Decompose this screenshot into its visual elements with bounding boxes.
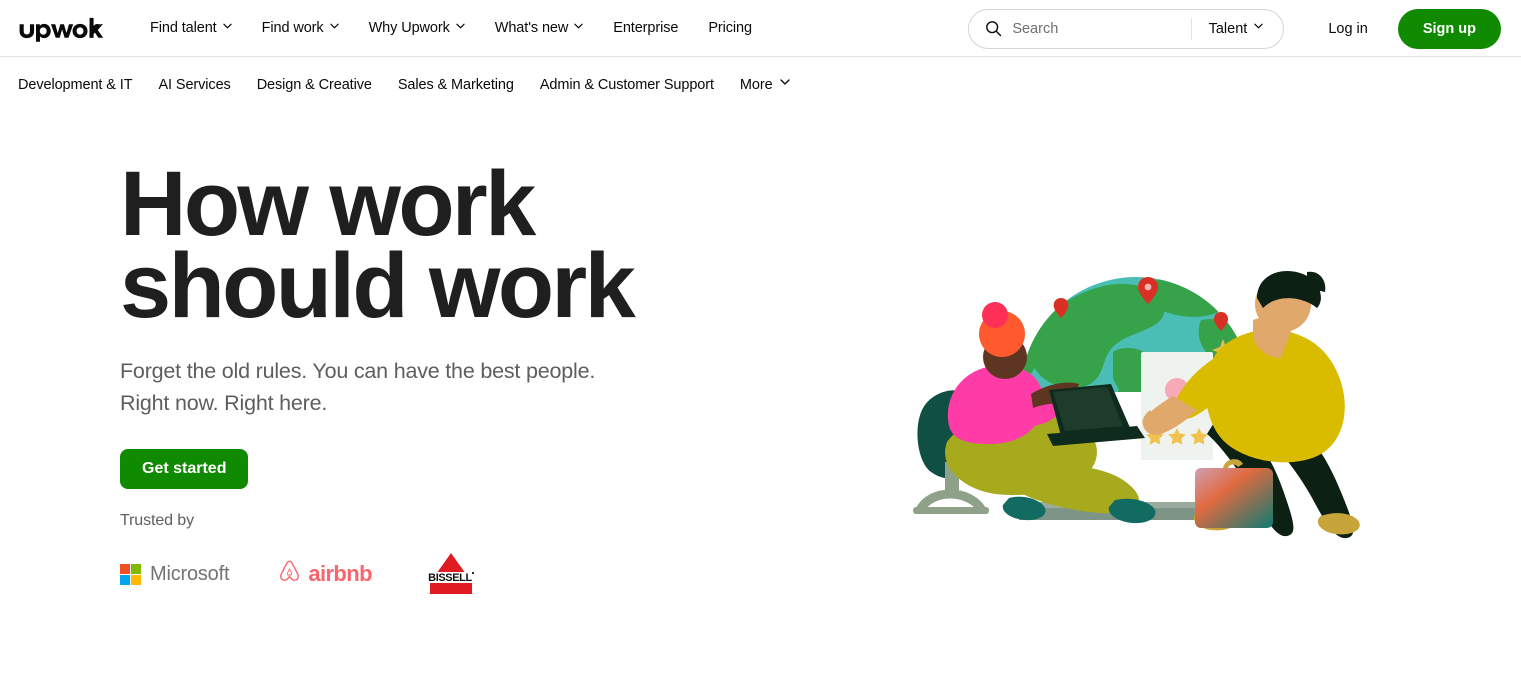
get-started-button[interactable]: Get started xyxy=(120,449,249,490)
microsoft-squares-icon xyxy=(120,563,141,585)
sign-up-button[interactable]: Sign up xyxy=(1397,8,1501,49)
category-item-admin-customer-support[interactable]: Admin & Customer Support xyxy=(527,71,727,99)
site-header: Find talent Find work Why Upwork What's … xyxy=(0,0,1521,57)
nav-item-label: Pricing xyxy=(708,20,752,37)
nav-item-enterprise[interactable]: Enterprise xyxy=(598,13,693,44)
header-actions: Talent Log in Sign up xyxy=(968,8,1501,49)
category-item-ai-services[interactable]: AI Services xyxy=(145,71,243,99)
search-scope-select[interactable]: Talent xyxy=(1192,21,1280,37)
nav-item-label: Enterprise xyxy=(613,20,679,37)
hero-subtitle: Forget the old rules. You can have the b… xyxy=(120,328,660,420)
category-nav: Development & IT AI Services Design & Cr… xyxy=(0,57,1521,112)
category-item-design-creative[interactable]: Design & Creative xyxy=(244,71,385,99)
trusted-by-logos: Microsoft airbnb BISSELL xyxy=(120,552,482,596)
search-bar[interactable]: Talent xyxy=(968,8,1285,49)
hero-title-line-1: How work xyxy=(120,153,536,255)
primary-nav: Find talent Find work Why Upwork What's … xyxy=(136,13,767,44)
trusted-by-section: Trusted by Microsoft airbnb BISSELL xyxy=(120,512,482,596)
nav-item-label: What's new xyxy=(494,20,569,37)
category-item-development-it[interactable]: Development & IT xyxy=(18,71,145,99)
airbnb-belo-icon xyxy=(277,559,302,589)
search-scope-label: Talent xyxy=(1208,20,1248,37)
nav-item-whats-new[interactable]: What's new xyxy=(480,13,599,44)
category-item-label: AI Services xyxy=(158,76,231,93)
log-in-link[interactable]: Log in xyxy=(1310,11,1386,47)
hero-subtitle-line-1: Forget the old rules. You can have the b… xyxy=(120,358,596,383)
upwork-logo[interactable] xyxy=(18,15,104,43)
category-item-label: Admin & Customer Support xyxy=(539,76,714,93)
search-icon xyxy=(985,20,1002,37)
category-item-sales-marketing[interactable]: Sales & Marketing xyxy=(385,71,527,99)
upwork-logo-icon xyxy=(19,17,104,42)
category-item-label: Design & Creative xyxy=(256,76,372,93)
hero-illustration xyxy=(901,212,1371,542)
brand-airbnb: airbnb xyxy=(277,559,373,589)
chevron-down-icon xyxy=(329,23,339,32)
brand-bissell: BISSELL xyxy=(420,552,482,596)
nav-item-why-upwork[interactable]: Why Upwork xyxy=(354,13,480,44)
bissell-logo-icon: BISSELL xyxy=(420,552,482,596)
chevron-down-icon xyxy=(222,23,232,32)
search-input[interactable] xyxy=(1012,9,1191,48)
nav-item-find-talent[interactable]: Find talent xyxy=(136,13,247,44)
hero-section: How work should work Forget the old rule… xyxy=(0,112,1521,672)
hero-title-line-2: should work xyxy=(120,234,636,337)
nav-item-find-work[interactable]: Find work xyxy=(247,13,354,44)
airbnb-wordmark: airbnb xyxy=(308,561,372,586)
nav-item-label: Find talent xyxy=(150,20,217,37)
category-item-more[interactable]: More xyxy=(727,71,802,99)
chevron-down-icon xyxy=(456,23,465,32)
chevron-down-icon xyxy=(779,79,790,88)
hero-subtitle-line-2: Right now. Right here. xyxy=(120,390,328,415)
nav-item-label: Why Upwork xyxy=(368,20,450,37)
chevron-down-icon xyxy=(1254,23,1263,32)
hero-illustration-graphic xyxy=(913,271,1360,539)
svg-text:BISSELL: BISSELL xyxy=(428,572,472,584)
brand-microsoft: Microsoft xyxy=(120,562,230,586)
category-item-label: More xyxy=(739,76,773,93)
trusted-by-label: Trusted by xyxy=(120,512,194,529)
page-title: How work should work xyxy=(120,112,740,337)
category-item-label: Development & IT xyxy=(18,76,133,93)
nav-item-label: Find work xyxy=(261,20,324,37)
nav-item-pricing[interactable]: Pricing xyxy=(693,13,767,44)
chevron-down-icon xyxy=(574,23,583,32)
microsoft-wordmark: Microsoft xyxy=(150,562,230,585)
category-item-label: Sales & Marketing xyxy=(397,76,514,93)
